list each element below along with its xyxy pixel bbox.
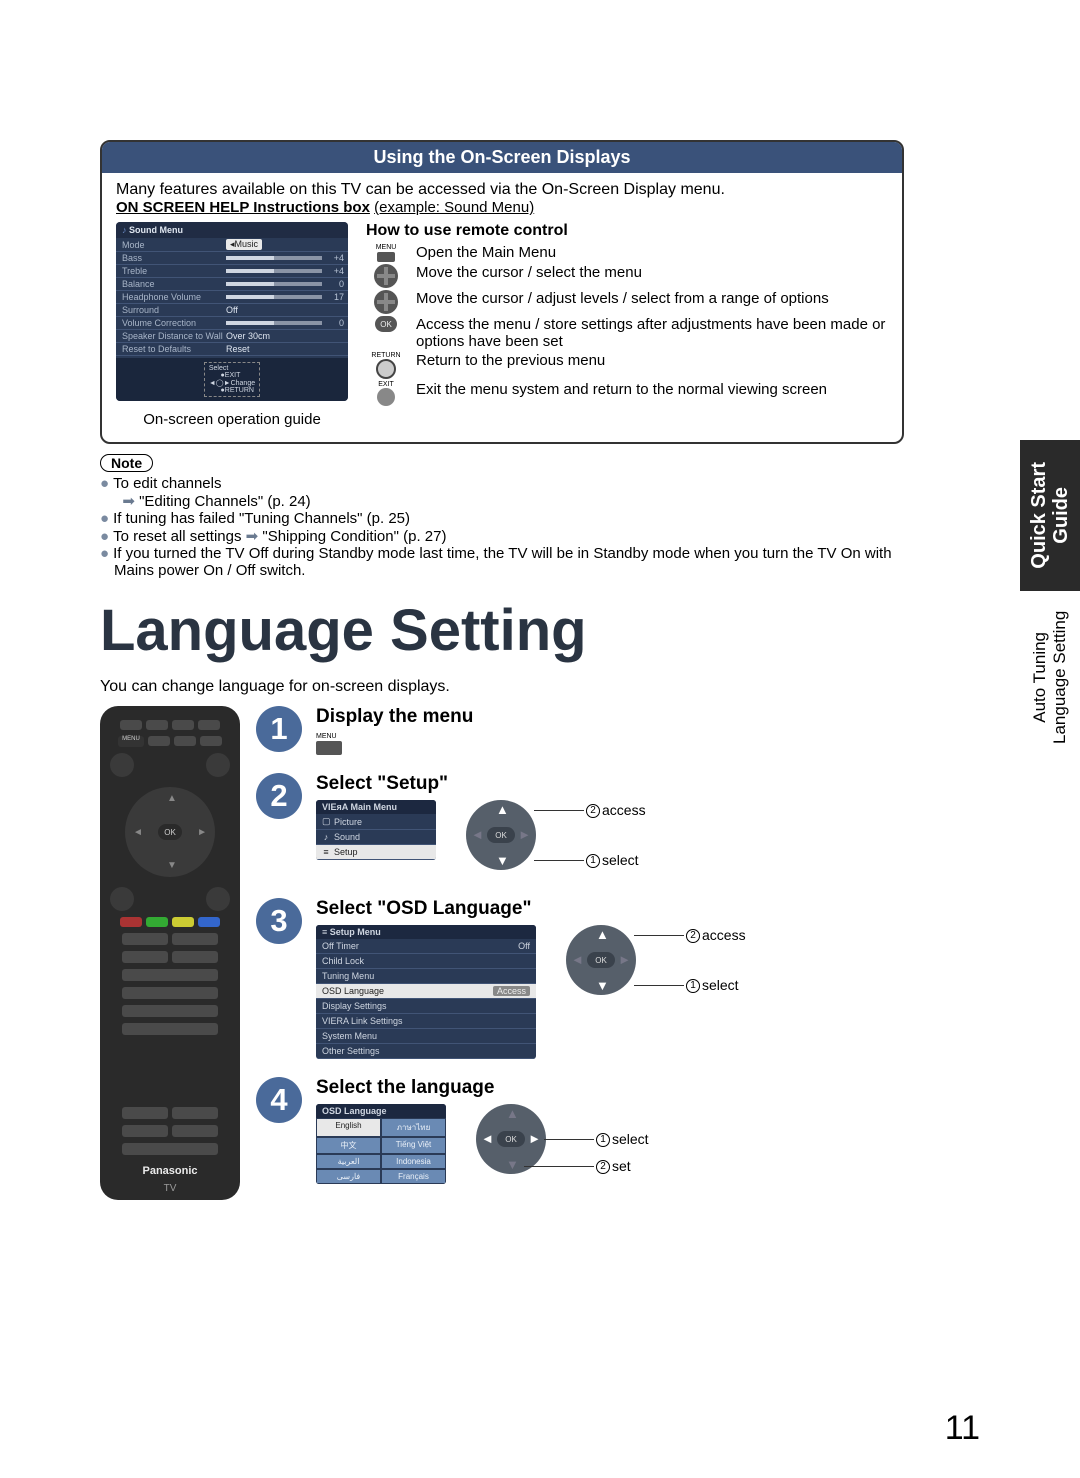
main-menu: VIEᴙA Main Menu ▢ Picture♪ Sound≡ Setup: [316, 800, 436, 860]
remote-illustration: MENU OK ▲ ▼ ◄ ► Panasonic: [100, 706, 240, 1202]
step-4-ball: 4: [256, 1077, 302, 1123]
step-1-title: Display the menu: [316, 706, 904, 728]
help-label: ON SCREEN HELP Instructions box: [116, 199, 370, 216]
howto-title: How to use remote control: [366, 222, 888, 240]
dpad-step4: OK ▲▼◄►: [476, 1104, 546, 1174]
step-2-title: Select "Setup": [316, 773, 904, 795]
page-number: 11: [945, 1409, 980, 1448]
lang-intro: You can change language for on-screen di…: [100, 678, 904, 696]
step-2-ball: 2: [256, 773, 302, 819]
note-label: Note: [100, 454, 153, 472]
panel-title: Using the On-Screen Displays: [102, 142, 902, 173]
step-3-title: Select "OSD Language": [316, 898, 904, 920]
sound-menu-title: Sound Menu: [129, 225, 183, 235]
side-tab: Auto TuningLanguage Setting Quick StartG…: [1020, 440, 1080, 744]
sound-menu: ♪ Sound Menu Mode◂MusicBass+4Treble+4Bal…: [116, 222, 348, 401]
remote-dpad: OK ▲ ▼ ◄ ►: [125, 787, 215, 877]
page-title: Language Setting: [100, 597, 904, 664]
step-4-title: Select the language: [316, 1077, 904, 1099]
step-1-ball: 1: [256, 706, 302, 752]
notes-list: To edit channels ➡ "Editing Channels" (p…: [100, 475, 904, 579]
panel-intro: Many features available on this TV can b…: [116, 181, 888, 199]
osd-language-menu: OSD Language Englishภาษาไทย中文Tiếng Việtا…: [316, 1104, 446, 1184]
panel-using-osd: Using the On-Screen Displays Many featur…: [100, 140, 904, 444]
setup-menu: ≡ Setup Menu Off TimerOffChild LockTunin…: [316, 925, 536, 1059]
dpad-step2: OK ▲▼◄►: [466, 800, 536, 870]
osd-foot-note: Select ●EXIT ◄◯►Change ●RETURN: [204, 362, 260, 397]
osd-guide-label: On-screen operation guide: [116, 411, 348, 428]
dpad-step3: OK ▲▼◄►: [566, 925, 636, 995]
step-3-ball: 3: [256, 898, 302, 944]
help-example: (example: Sound Menu): [374, 199, 534, 216]
